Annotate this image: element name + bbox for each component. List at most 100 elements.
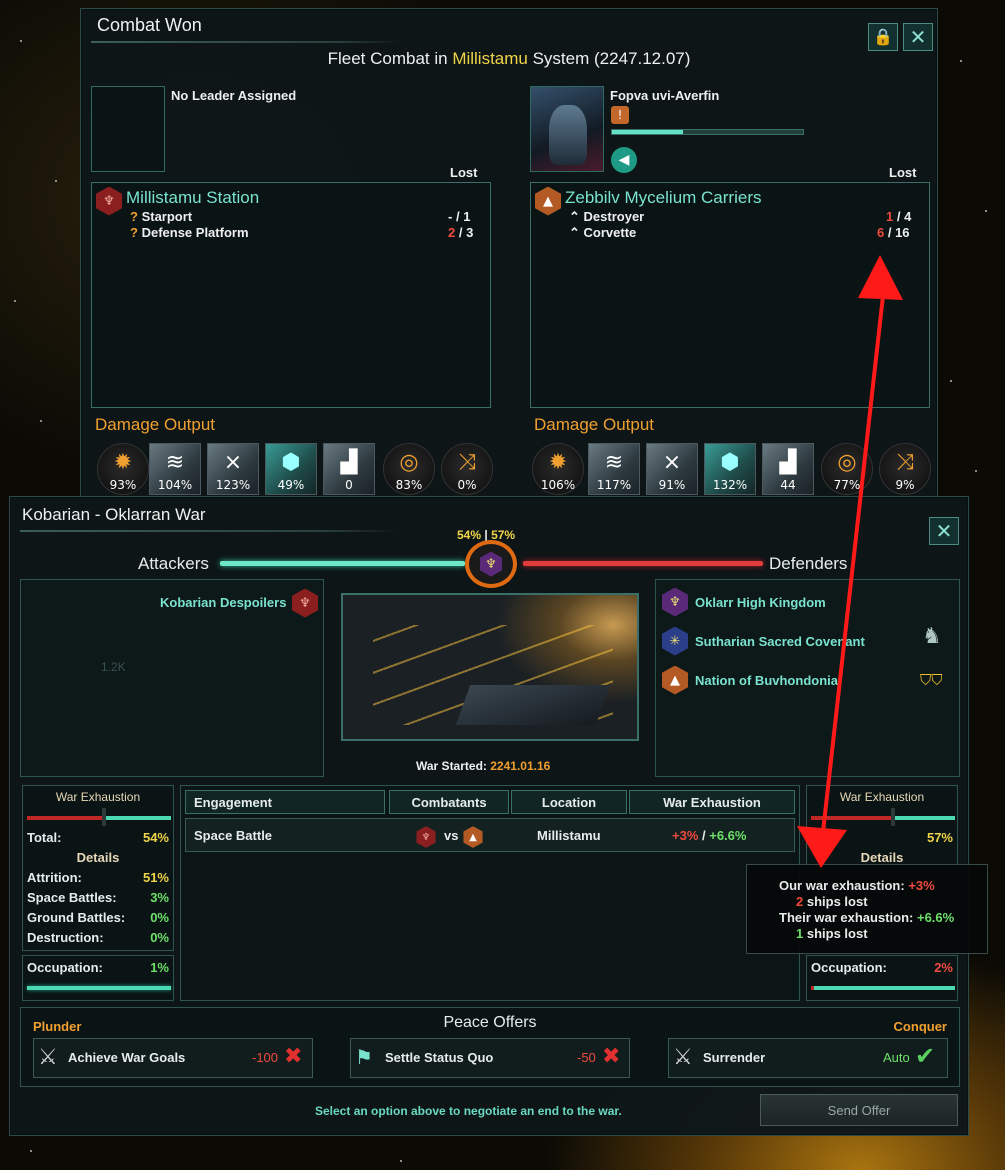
engagement-table: Engagement Combatants Location War Exhau… — [180, 785, 800, 1001]
exhaustion-total-label: Total: — [27, 830, 62, 845]
offer-label: Settle Status Quo — [385, 1050, 494, 1065]
right-leader-name: Fopva uvi-Averfin — [610, 88, 720, 103]
ship-row-lost: 6 / 16 — [877, 225, 910, 240]
hull-damage-icon: ▟ 44 — [762, 443, 814, 495]
unknown-ship-icon: ? — [130, 225, 138, 240]
exhaustion-total-value: 54% — [142, 830, 169, 845]
offer-cost: -50 — [577, 1050, 596, 1065]
close-button[interactable]: ✕ — [903, 23, 933, 51]
offer-surrender[interactable]: ⚔ Surrender Auto ✔ — [668, 1038, 948, 1078]
left-fleet-name[interactable]: Millistamu Station — [126, 188, 259, 208]
column-header-engagement[interactable]: Engagement — [185, 790, 385, 814]
attacker-emblem-icon: ♆ — [416, 826, 437, 849]
tooltip-our-exhaustion: Our war exhaustion: +3% — [779, 878, 935, 893]
column-header-war-exhaustion[interactable]: War Exhaustion — [629, 790, 795, 814]
evasion-icon: ⤨ 0% — [441, 443, 493, 495]
ship-row-lost: - / 1 — [448, 209, 471, 224]
exhaustion-tooltip: Our war exhaustion: +3% 2 ships lost The… — [746, 864, 988, 954]
offer-label: Achieve War Goals — [68, 1050, 186, 1065]
war-goal-emblem[interactable]: ♆ — [465, 540, 517, 588]
right-leader-portrait[interactable] — [530, 86, 604, 172]
shield-damage-icon: ⬢ 49% — [265, 443, 317, 495]
exhaustion-total-value: 57% — [926, 830, 953, 845]
occupation-value: 2% — [934, 960, 953, 975]
evasion-icon: ⤨ 9% — [879, 443, 931, 495]
explosive-damage-icon: ✹ 93% — [97, 443, 149, 495]
right-fleet-name[interactable]: Zebbilv Mycelium Carriers — [565, 188, 761, 208]
table-row[interactable]: Space Battle ♆ vs ▲ Millistamu +3% / +6.… — [185, 818, 795, 852]
conquer-label: Conquer — [893, 1019, 947, 1034]
column-header-location[interactable]: Location — [511, 790, 627, 814]
close-button[interactable]: ✕ — [929, 517, 959, 545]
column-header-combatants[interactable]: Combatants — [389, 790, 509, 814]
defenders-score-bar — [523, 561, 763, 566]
right-damage-label: Damage Output — [534, 415, 655, 434]
ship-row-lost: 1 / 4 — [886, 209, 912, 224]
left-lost-header: Lost — [450, 165, 478, 180]
empire-emblem-icon: ♆ — [661, 587, 689, 617]
exhaustion-row-label: Attrition: — [27, 870, 82, 885]
shield-damage-icon: ⬢ 132% — [704, 443, 756, 495]
empire-emblem-icon: ✳ — [661, 626, 689, 656]
offer-settle-status-quo[interactable]: ⚑ Settle Status Quo -50 ✖ — [350, 1038, 630, 1078]
exhaustion-row-label: Destruction: — [27, 930, 104, 945]
right-lost-header: Lost — [889, 165, 917, 180]
offer-cost: Auto — [883, 1050, 910, 1065]
ship-row: ? Defense Platform — [130, 225, 249, 240]
exhaustion-bar — [811, 816, 955, 820]
defender-entry[interactable]: Sutharian Sacred Covenant — [695, 634, 865, 649]
offer-cost: -100 — [252, 1050, 279, 1065]
exhaustion-bar — [27, 816, 171, 820]
close-icon: ✕ — [935, 519, 953, 543]
exhaustion-row-value: 3% — [150, 890, 169, 905]
exhaustion-title: War Exhaustion — [55, 790, 141, 804]
attacker-entry[interactable]: Kobarian Despoilers — [160, 595, 286, 610]
offer-achieve-war-goals[interactable]: ⚔ Achieve War Goals -100 ✖ — [33, 1038, 313, 1078]
exhaustion-row-label: Space Battles: — [27, 890, 117, 905]
exhaustion-row-label: Ground Battles: — [27, 910, 126, 925]
attackers-label: Attackers — [138, 554, 209, 573]
left-leader-portrait[interactable] — [91, 86, 165, 172]
combat-window-title: Combat Won — [97, 15, 202, 35]
details-label: Details — [860, 850, 904, 865]
war-battle-image — [341, 593, 639, 741]
system-link[interactable]: Millistamu — [452, 49, 528, 68]
defender-entry[interactable]: Nation of Buvhondonia — [695, 673, 838, 688]
shield-pair-icon: ⛉⛉ — [920, 671, 943, 689]
combat-won-window: Combat Won 🔒 ✕ Fleet Combat in Millistam… — [80, 8, 938, 503]
left-damage-label: Damage Output — [95, 415, 216, 434]
occupation-label: Occupation: — [27, 960, 103, 975]
lock-icon: 🔒 — [873, 27, 893, 46]
exhaustion-row-value: 0% — [150, 930, 169, 945]
defenders-panel: ♆ Oklarr High Kingdom ✳ Sutharian Sacred… — [655, 579, 960, 777]
war-window: Kobarian - Oklarran War ✕ 54% | 57% Atta… — [9, 496, 969, 1136]
combat-heading: Fleet Combat in Millistamu System (2247.… — [327, 49, 691, 68]
exhaustion-marker — [102, 808, 106, 826]
send-offer-button[interactable]: Send Offer — [760, 1094, 958, 1126]
defender-entry[interactable]: Oklarr High Kingdom — [695, 595, 826, 610]
leader-class-icon: ◀ — [611, 147, 637, 173]
explosive-damage-icon: ✹ 106% — [532, 443, 584, 495]
close-icon: ✕ — [909, 25, 927, 49]
tooltip-our-ships-lost: 2 ships lost — [796, 894, 868, 909]
unknown-ship-icon: ? — [130, 209, 138, 224]
occupation-value: 1% — [150, 960, 169, 975]
attackers-score-bar — [220, 561, 465, 566]
details-label: Details — [76, 850, 120, 865]
ship-row-lost: 2 / 3 — [448, 225, 474, 240]
alien-portrait — [549, 105, 587, 165]
empire-emblem-icon: ▲ — [534, 186, 562, 216]
peace-offers-title: Peace Offers — [443, 1014, 537, 1031]
crossed-swords-icon: ⚔ — [38, 1045, 58, 1070]
offer-label: Surrender — [703, 1050, 766, 1065]
exhaustion-row-value: 0% — [150, 910, 169, 925]
soldier-icon: ♞ — [922, 624, 942, 649]
crossed-swords-icon: ⚔ — [673, 1045, 693, 1070]
title-underline — [91, 41, 401, 43]
leader-experience-bar — [611, 129, 804, 135]
empire-emblem-icon: ♆ — [291, 588, 319, 618]
exhaustion-row-value: 51% — [142, 870, 169, 885]
occupation-label: Occupation: — [811, 960, 887, 975]
empire-emblem-icon: ♆ — [95, 186, 123, 216]
camera-lock-button[interactable]: 🔒 — [868, 23, 898, 51]
